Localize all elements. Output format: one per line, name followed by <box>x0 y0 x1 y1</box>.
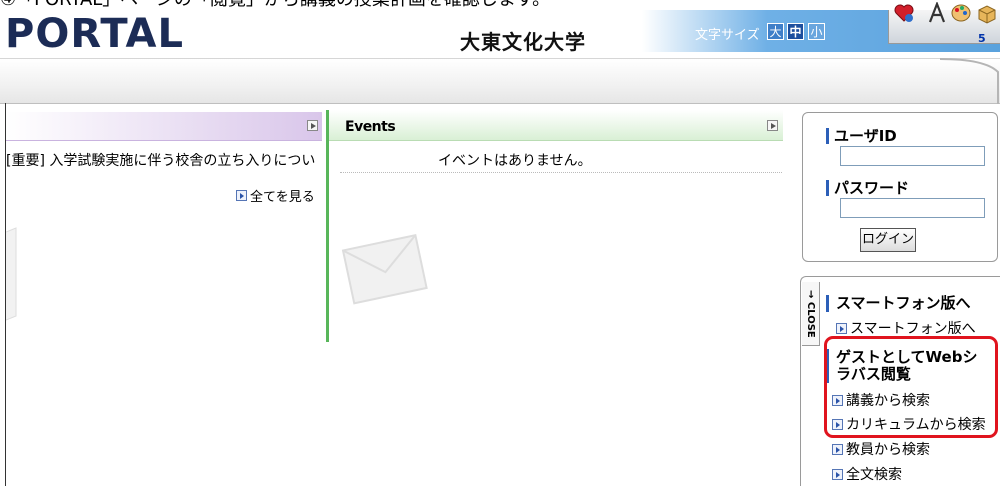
portal-logo[interactable]: PORTAL <box>5 12 184 56</box>
events-divider <box>326 110 329 342</box>
search-by-teacher-label: 教員から検索 <box>846 442 930 458</box>
events-expand-icon[interactable] <box>767 120 778 131</box>
link-arrow-icon <box>832 443 843 455</box>
text-size-icon[interactable] <box>928 2 946 24</box>
nav-band-curve <box>940 58 999 104</box>
search-by-teacher-link[interactable]: 教員から検索 <box>832 439 930 459</box>
tray-count-badge: 5 <box>978 32 986 45</box>
password-label: パスワード <box>826 177 909 198</box>
view-all-link[interactable]: 全てを見る <box>236 186 315 205</box>
view-all-label: 全てを見る <box>250 190 315 205</box>
link-arrow-icon <box>836 322 847 334</box>
password-input[interactable] <box>840 198 985 218</box>
full-text-search-label: 全文検索 <box>846 467 902 483</box>
events-separator <box>340 172 782 173</box>
smartphone-section-title: スマートフォン版へ <box>826 295 971 312</box>
envelope-watermark-icon <box>341 233 428 305</box>
palette-icon[interactable] <box>950 2 972 24</box>
full-text-search-link[interactable]: 全文検索 <box>832 464 902 484</box>
user-id-input[interactable] <box>840 146 985 166</box>
announcement-watermark-icon <box>6 227 17 321</box>
link-arrow-icon <box>832 468 843 480</box>
events-panel-header <box>329 110 783 141</box>
user-id-label: ユーザID <box>826 125 897 146</box>
close-label: CLOSE <box>805 301 816 338</box>
events-empty-message: イベントはありません。 <box>438 153 592 169</box>
university-name: 大東文化大学 <box>460 30 586 54</box>
font-size-label: 文字サイズ <box>695 28 760 43</box>
announcement-panel-header <box>6 112 322 141</box>
navigation-band <box>0 58 1000 104</box>
close-tab[interactable]: → CLOSE <box>802 282 820 346</box>
login-button[interactable]: ログイン <box>860 228 916 252</box>
smartphone-link[interactable]: スマートフォン版へ <box>836 318 976 338</box>
announcement-item[interactable]: [重要] 入学試験実施に伴う校舎の立ち入りについ <box>6 150 322 170</box>
close-arrow-icon: → <box>805 289 816 302</box>
font-size-medium-button[interactable]: 中 <box>787 23 804 40</box>
instruction-caption: ④「PORTAL」ページの「閲覧」から講義の授業計画を確認します。 <box>0 0 1000 10</box>
package-icon[interactable] <box>976 2 998 24</box>
font-size-small-button[interactable]: 小 <box>808 23 825 40</box>
heart-icon[interactable] <box>893 2 915 24</box>
portal-screenshot: ④「PORTAL」ページの「閲覧」から講義の授業計画を確認します。 PORTAL… <box>0 0 1000 486</box>
link-arrow-icon <box>236 190 247 201</box>
smartphone-link-label: スマートフォン版へ <box>850 321 976 337</box>
announcement-expand-icon[interactable] <box>307 120 318 131</box>
font-size-large-button[interactable]: 大 <box>767 23 784 40</box>
events-title: Events <box>345 119 396 135</box>
guest-syllabus-highlight <box>824 336 998 438</box>
